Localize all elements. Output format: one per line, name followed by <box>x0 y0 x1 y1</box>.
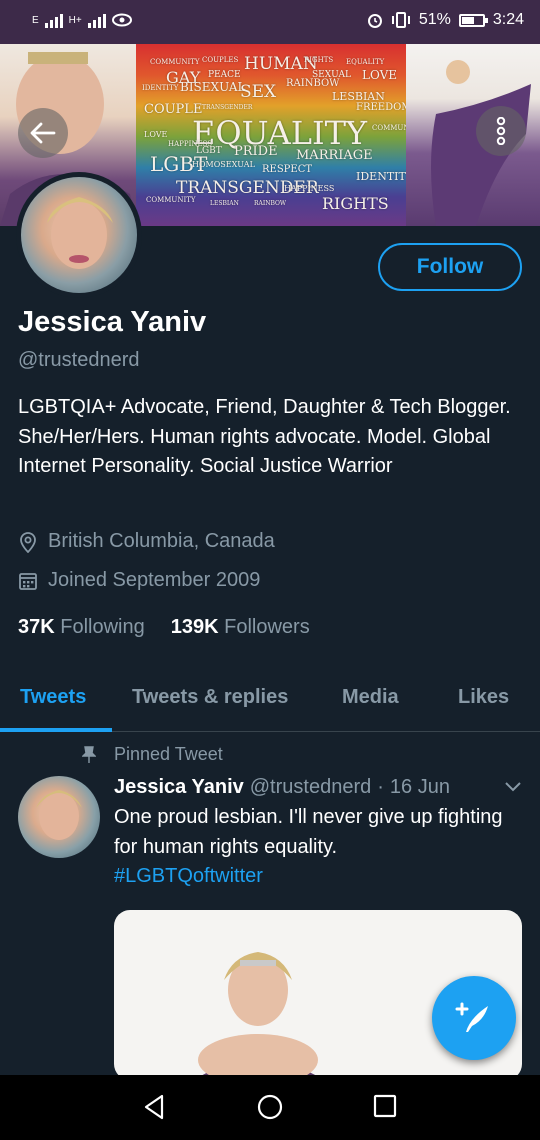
banner-word: SEX <box>240 82 277 102</box>
more-vertical-icon <box>496 117 506 145</box>
active-tab-indicator <box>0 728 112 732</box>
banner-word: COUPLES <box>202 56 239 64</box>
profile-handle: @trustednerd <box>18 349 140 371</box>
pinned-indicator: Pinned Tweet <box>82 744 223 765</box>
tweet-date[interactable]: 16 Jun <box>390 776 450 799</box>
follow-button[interactable]: Follow <box>378 243 522 291</box>
followers-label: Followers <box>224 616 310 638</box>
tweet-header: Jessica Yaniv @trustednerd · 16 Jun <box>114 776 450 799</box>
triangle-back-icon <box>144 1094 164 1120</box>
vibrate-icon <box>391 12 410 28</box>
banner-word: RIGHTS <box>322 194 389 213</box>
network-type-2: H+ <box>68 14 82 26</box>
banner-word: RAINBOW <box>254 200 287 207</box>
banner-word: IDENTITY <box>142 84 179 92</box>
profile-bio: LGBTQIA+ Advocate, Friend, Daughter & Te… <box>18 396 511 477</box>
tab-media[interactable]: Media <box>342 686 399 709</box>
status-bar: E H+ 51% 3:24 <box>0 0 540 44</box>
status-left: E H+ <box>32 12 132 28</box>
banner-word: PEACE <box>208 70 241 80</box>
calendar-icon <box>19 572 37 590</box>
profile-stats: 37K Following 139K Followers <box>18 616 310 639</box>
banner-word: FREEDOM <box>356 102 412 113</box>
avatar-portrait <box>47 197 113 269</box>
profile-tabs: Tweets Tweets & replies Media Likes <box>0 666 540 732</box>
banner-word: EQUALITY <box>346 58 385 66</box>
signal-icon <box>87 12 106 28</box>
clock: 3:24 <box>492 11 524 28</box>
tweet-hashtag[interactable]: #LGBTQoftwitter <box>114 865 263 887</box>
network-type-1: E <box>32 14 39 26</box>
chevron-down-icon <box>505 782 521 792</box>
banner-word: RESPECT <box>262 164 313 175</box>
banner-word: RIGHTS <box>304 56 334 64</box>
tab-tweets[interactable]: Tweets <box>20 686 86 709</box>
avatar-image <box>21 177 137 293</box>
following-label: Following <box>60 616 145 638</box>
signal-icon <box>44 12 63 28</box>
tweet-menu-button[interactable] <box>504 780 522 798</box>
nav-recents-button[interactable] <box>372 1093 398 1124</box>
banner-word: HAPPINESS <box>284 184 335 193</box>
tweet-avatar-portrait <box>36 790 82 840</box>
more-options-button[interactable] <box>476 106 526 156</box>
tab-likes[interactable]: Likes <box>458 686 509 709</box>
banner-word: COMMUNITY <box>146 196 196 204</box>
banner-word: LESBIAN <box>210 200 239 207</box>
banner-word: TRANSGENDER <box>202 104 253 111</box>
compose-tweet-icon <box>455 1002 488 1032</box>
profile-joined: Joined September 2009 <box>18 569 260 592</box>
banner-word: MARRIAGE <box>296 148 373 163</box>
banner-equality-graphic: COMMUNITY COUPLES HUMAN RIGHTS EQUALITY GAY PE… <box>136 44 422 226</box>
square-recents-icon <box>373 1094 397 1118</box>
pin-icon <box>82 745 96 763</box>
status-right: 51% 3:24 <box>367 11 524 29</box>
followers-link[interactable]: 139K Followers <box>171 616 310 639</box>
eye-icon <box>111 13 132 27</box>
tweet-text: One proud lesbian. I'll never give up fi… <box>114 806 503 858</box>
tweet-author-handle[interactable]: @trustednerd <box>250 776 371 799</box>
joined-text: Joined September 2009 <box>48 569 261 591</box>
nav-back-button[interactable] <box>142 1093 166 1126</box>
tab-tweets-replies[interactable]: Tweets & replies <box>132 686 288 709</box>
back-button[interactable] <box>18 108 68 158</box>
banner-word: LOVE <box>144 130 168 139</box>
tweet-body: One proud lesbian. I'll never give up fi… <box>114 803 514 892</box>
tweet-avatar[interactable] <box>18 776 100 858</box>
pinned-label: Pinned Tweet <box>114 744 223 764</box>
tweet-author-name[interactable]: Jessica Yaniv <box>114 776 244 799</box>
alarm-icon <box>367 14 382 28</box>
tweet-separator: · <box>377 776 384 798</box>
nav-home-button[interactable] <box>256 1093 284 1126</box>
banner-word: RAINBOW <box>286 78 340 89</box>
following-count: 37K <box>18 616 55 638</box>
followers-count: 139K <box>170 616 219 638</box>
banner-word: BISEXUAL <box>180 80 246 94</box>
location-text: British Columbia, Canada <box>48 530 275 552</box>
banner-word: LOVE <box>362 68 398 82</box>
circle-home-icon <box>257 1094 283 1120</box>
banner-word: COMMUNITY <box>150 58 200 66</box>
profile-name: Jessica Yaniv <box>18 306 207 338</box>
android-nav-bar <box>0 1075 540 1140</box>
profile-location: British Columbia, Canada <box>18 530 275 553</box>
battery-percent: 51% <box>418 11 451 28</box>
banner-word: PRIDE <box>234 144 278 159</box>
compose-tweet-button[interactable] <box>432 976 516 1060</box>
banner-word: HOMOSEXUAL <box>192 160 255 169</box>
battery-icon <box>458 13 488 27</box>
profile-avatar[interactable] <box>16 172 142 298</box>
following-link[interactable]: 37K Following <box>18 616 145 639</box>
banner-word: IDENTITY <box>356 170 414 183</box>
location-pin-icon <box>20 531 36 553</box>
arrow-left-icon <box>30 122 56 144</box>
